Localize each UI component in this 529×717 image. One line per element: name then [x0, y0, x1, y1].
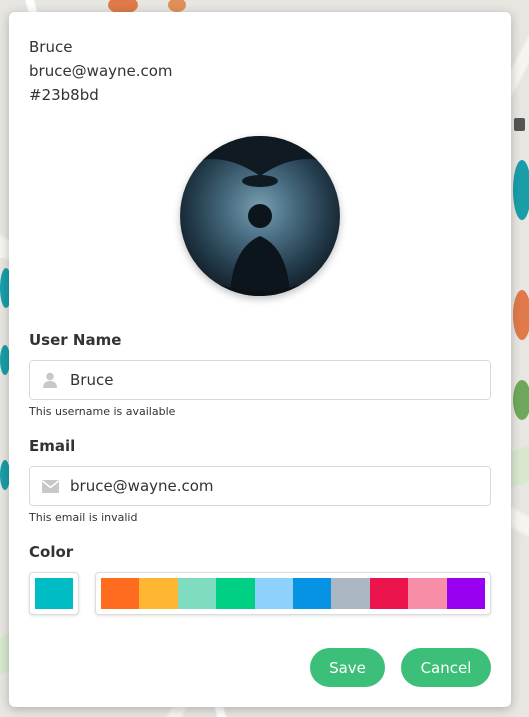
username-hint: This username is available	[29, 405, 176, 418]
save-button[interactable]: Save	[310, 648, 385, 687]
avatar[interactable]	[180, 136, 340, 296]
email-label: Email	[29, 437, 76, 455]
email-field[interactable]	[29, 466, 491, 506]
cancel-button[interactable]: Cancel	[401, 648, 491, 687]
profile-name: Bruce	[29, 38, 73, 56]
envelope-icon	[30, 479, 70, 493]
color-chip[interactable]	[408, 578, 447, 609]
color-chip[interactable]	[293, 578, 332, 609]
map-tree	[513, 160, 529, 220]
current-color-swatch[interactable]	[29, 572, 79, 615]
username-label: User Name	[29, 331, 122, 349]
color-chip[interactable]	[369, 578, 409, 609]
user-icon	[30, 372, 70, 388]
profile-color-hex: #23b8bd	[29, 86, 99, 104]
map-tree	[168, 0, 186, 12]
current-color-fill	[35, 578, 73, 609]
color-label: Color	[29, 543, 74, 561]
map-tree	[513, 290, 529, 340]
color-chip[interactable]	[139, 578, 178, 609]
profile-summary: Bruce bruce@wayne.com #23b8bd	[29, 35, 173, 107]
color-chip[interactable]	[331, 578, 370, 609]
email-hint: This email is invalid	[29, 511, 138, 524]
profile-email: bruce@wayne.com	[29, 62, 173, 80]
username-input[interactable]	[70, 371, 470, 389]
color-chip[interactable]	[216, 578, 255, 609]
color-chip[interactable]	[446, 578, 486, 609]
profile-dialog: Bruce bruce@wayne.com #23b8bd User Name …	[9, 12, 511, 707]
color-chip[interactable]	[101, 578, 140, 609]
color-chip[interactable]	[254, 578, 294, 609]
username-field[interactable]	[29, 360, 491, 400]
map-tree	[513, 380, 529, 420]
email-input[interactable]	[70, 477, 470, 495]
bus-stop-icon	[514, 118, 525, 131]
color-palette	[95, 572, 491, 615]
color-chip[interactable]	[177, 578, 217, 609]
